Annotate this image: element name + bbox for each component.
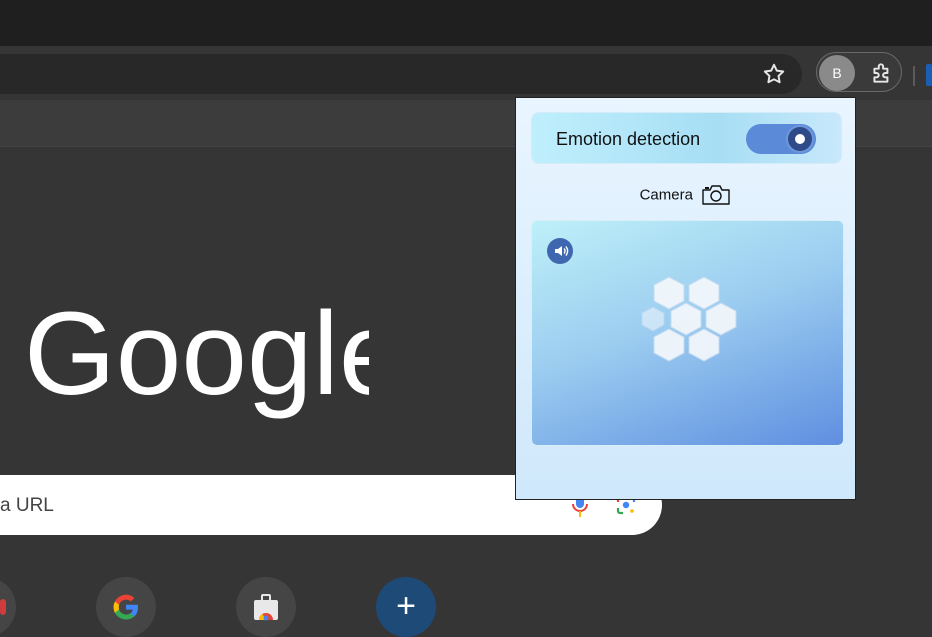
toggle-knob [788, 127, 812, 151]
camera-label: Camera [639, 186, 693, 204]
profile-pill: B [816, 52, 902, 92]
browser-toolbar: B [0, 46, 932, 100]
emotion-detection-card: Emotion detection [531, 112, 842, 164]
camera-preview [531, 220, 844, 446]
browser-title-bar [0, 0, 932, 46]
add-shortcut-button[interactable]: + [376, 577, 436, 637]
chrome-web-store-shortcut[interactable] [236, 577, 296, 637]
sound-button[interactable] [547, 238, 573, 264]
toggle-knob-dot [795, 134, 805, 144]
google-g-icon [113, 594, 138, 620]
search-placeholder: a URL [0, 495, 54, 516]
speaker-icon [555, 246, 569, 256]
puzzle-icon[interactable] [869, 60, 895, 86]
google-logo: Google [24, 298, 369, 420]
camera-row[interactable]: Camera [516, 184, 855, 210]
camera-icon[interactable] [701, 184, 731, 206]
add-shortcut-symbol: + [396, 587, 416, 625]
svg-text:Google: Google [24, 298, 369, 420]
extension-popup: Emotion detection Camera [515, 97, 856, 500]
profile-avatar[interactable]: B [819, 55, 855, 91]
star-icon[interactable] [761, 61, 787, 87]
address-bar[interactable] [0, 54, 802, 94]
toolbar-separator [913, 66, 915, 86]
loading-hexagons-icon [641, 277, 737, 362]
emotion-detection-label: Emotion detection [556, 129, 701, 149]
shortcut-partial-icon [0, 599, 6, 615]
side-panel-edge [926, 64, 932, 86]
emotion-detection-toggle[interactable] [746, 124, 816, 154]
profile-initial: B [832, 65, 842, 81]
web-store-icon [254, 594, 278, 621]
google-shortcut[interactable] [96, 577, 156, 637]
